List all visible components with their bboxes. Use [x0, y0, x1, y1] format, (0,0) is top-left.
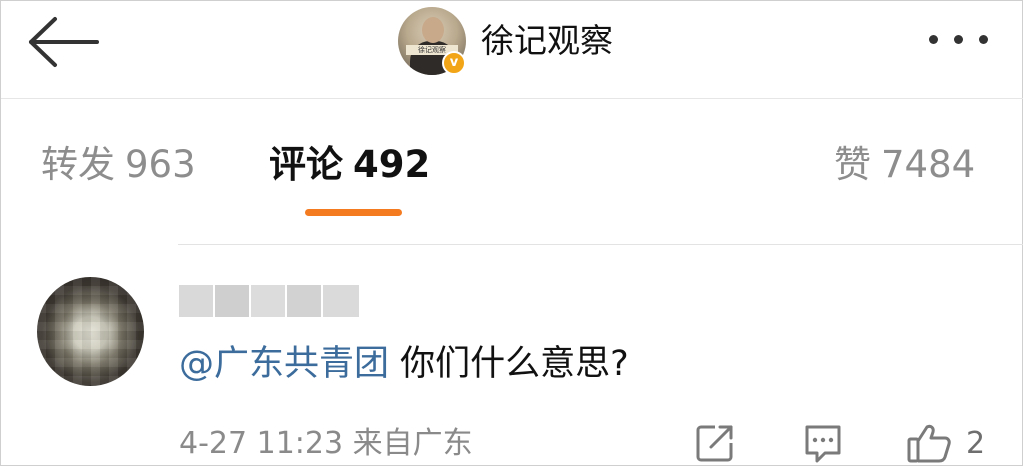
thumbs-up-icon	[907, 424, 951, 463]
redaction-block	[251, 285, 285, 317]
more-button[interactable]	[923, 25, 995, 53]
divider	[178, 244, 1023, 245]
redaction-block	[323, 285, 359, 317]
tab-repost[interactable]: 转发 963	[41, 141, 196, 189]
share-button[interactable]	[693, 421, 737, 465]
mention-link[interactable]: @广东共青团	[179, 344, 389, 384]
commenter-avatar[interactable]	[37, 277, 144, 386]
comment-text: 你们什么意思?	[400, 344, 629, 384]
tab-comments-label: 评论	[269, 143, 343, 186]
tab-likes-label: 赞	[834, 143, 871, 186]
top-bar: 徐记观察 v 徐记观察	[1, 1, 1023, 99]
redaction-block	[179, 285, 213, 317]
like-count: 2	[966, 426, 986, 461]
tab-likes-count: 7484	[881, 143, 976, 186]
screen-frame: 徐记观察 v 徐记观察 转发 963 评论 492 赞 7484 @广东共青团 你们什…	[0, 0, 1023, 466]
redaction-block	[215, 285, 249, 317]
tab-repost-label: 转发	[41, 143, 115, 186]
account-name[interactable]: 徐记观察	[481, 19, 613, 63]
reply-button[interactable]	[801, 421, 845, 465]
comment-source: 来自广东	[352, 426, 473, 461]
comment-body: @广东共青团 你们什么意思?	[179, 341, 629, 387]
active-tab-indicator	[305, 209, 402, 216]
more-dot	[954, 35, 963, 44]
back-arrow-icon	[29, 17, 99, 67]
like-button[interactable]	[905, 421, 953, 465]
avatar-face	[422, 17, 444, 43]
back-button[interactable]	[23, 11, 103, 73]
avatar-pixelation	[37, 277, 144, 386]
verified-badge-icon: v	[442, 51, 466, 75]
comment-time: 4-27 11:23	[179, 426, 344, 461]
redaction-block	[287, 285, 321, 317]
tab-comments[interactable]: 评论 492	[269, 141, 430, 189]
tab-likes[interactable]: 赞 7484	[834, 141, 975, 189]
tab-repost-count: 963	[125, 143, 196, 186]
tab-comments-count: 492	[353, 143, 431, 186]
commenter-name-redacted[interactable]	[179, 285, 359, 317]
comment-meta: 4-27 11:23 来自广东	[179, 425, 473, 463]
more-dot	[929, 35, 938, 44]
comment-icon	[805, 425, 841, 463]
more-dot	[979, 35, 988, 44]
share-icon	[696, 425, 733, 462]
